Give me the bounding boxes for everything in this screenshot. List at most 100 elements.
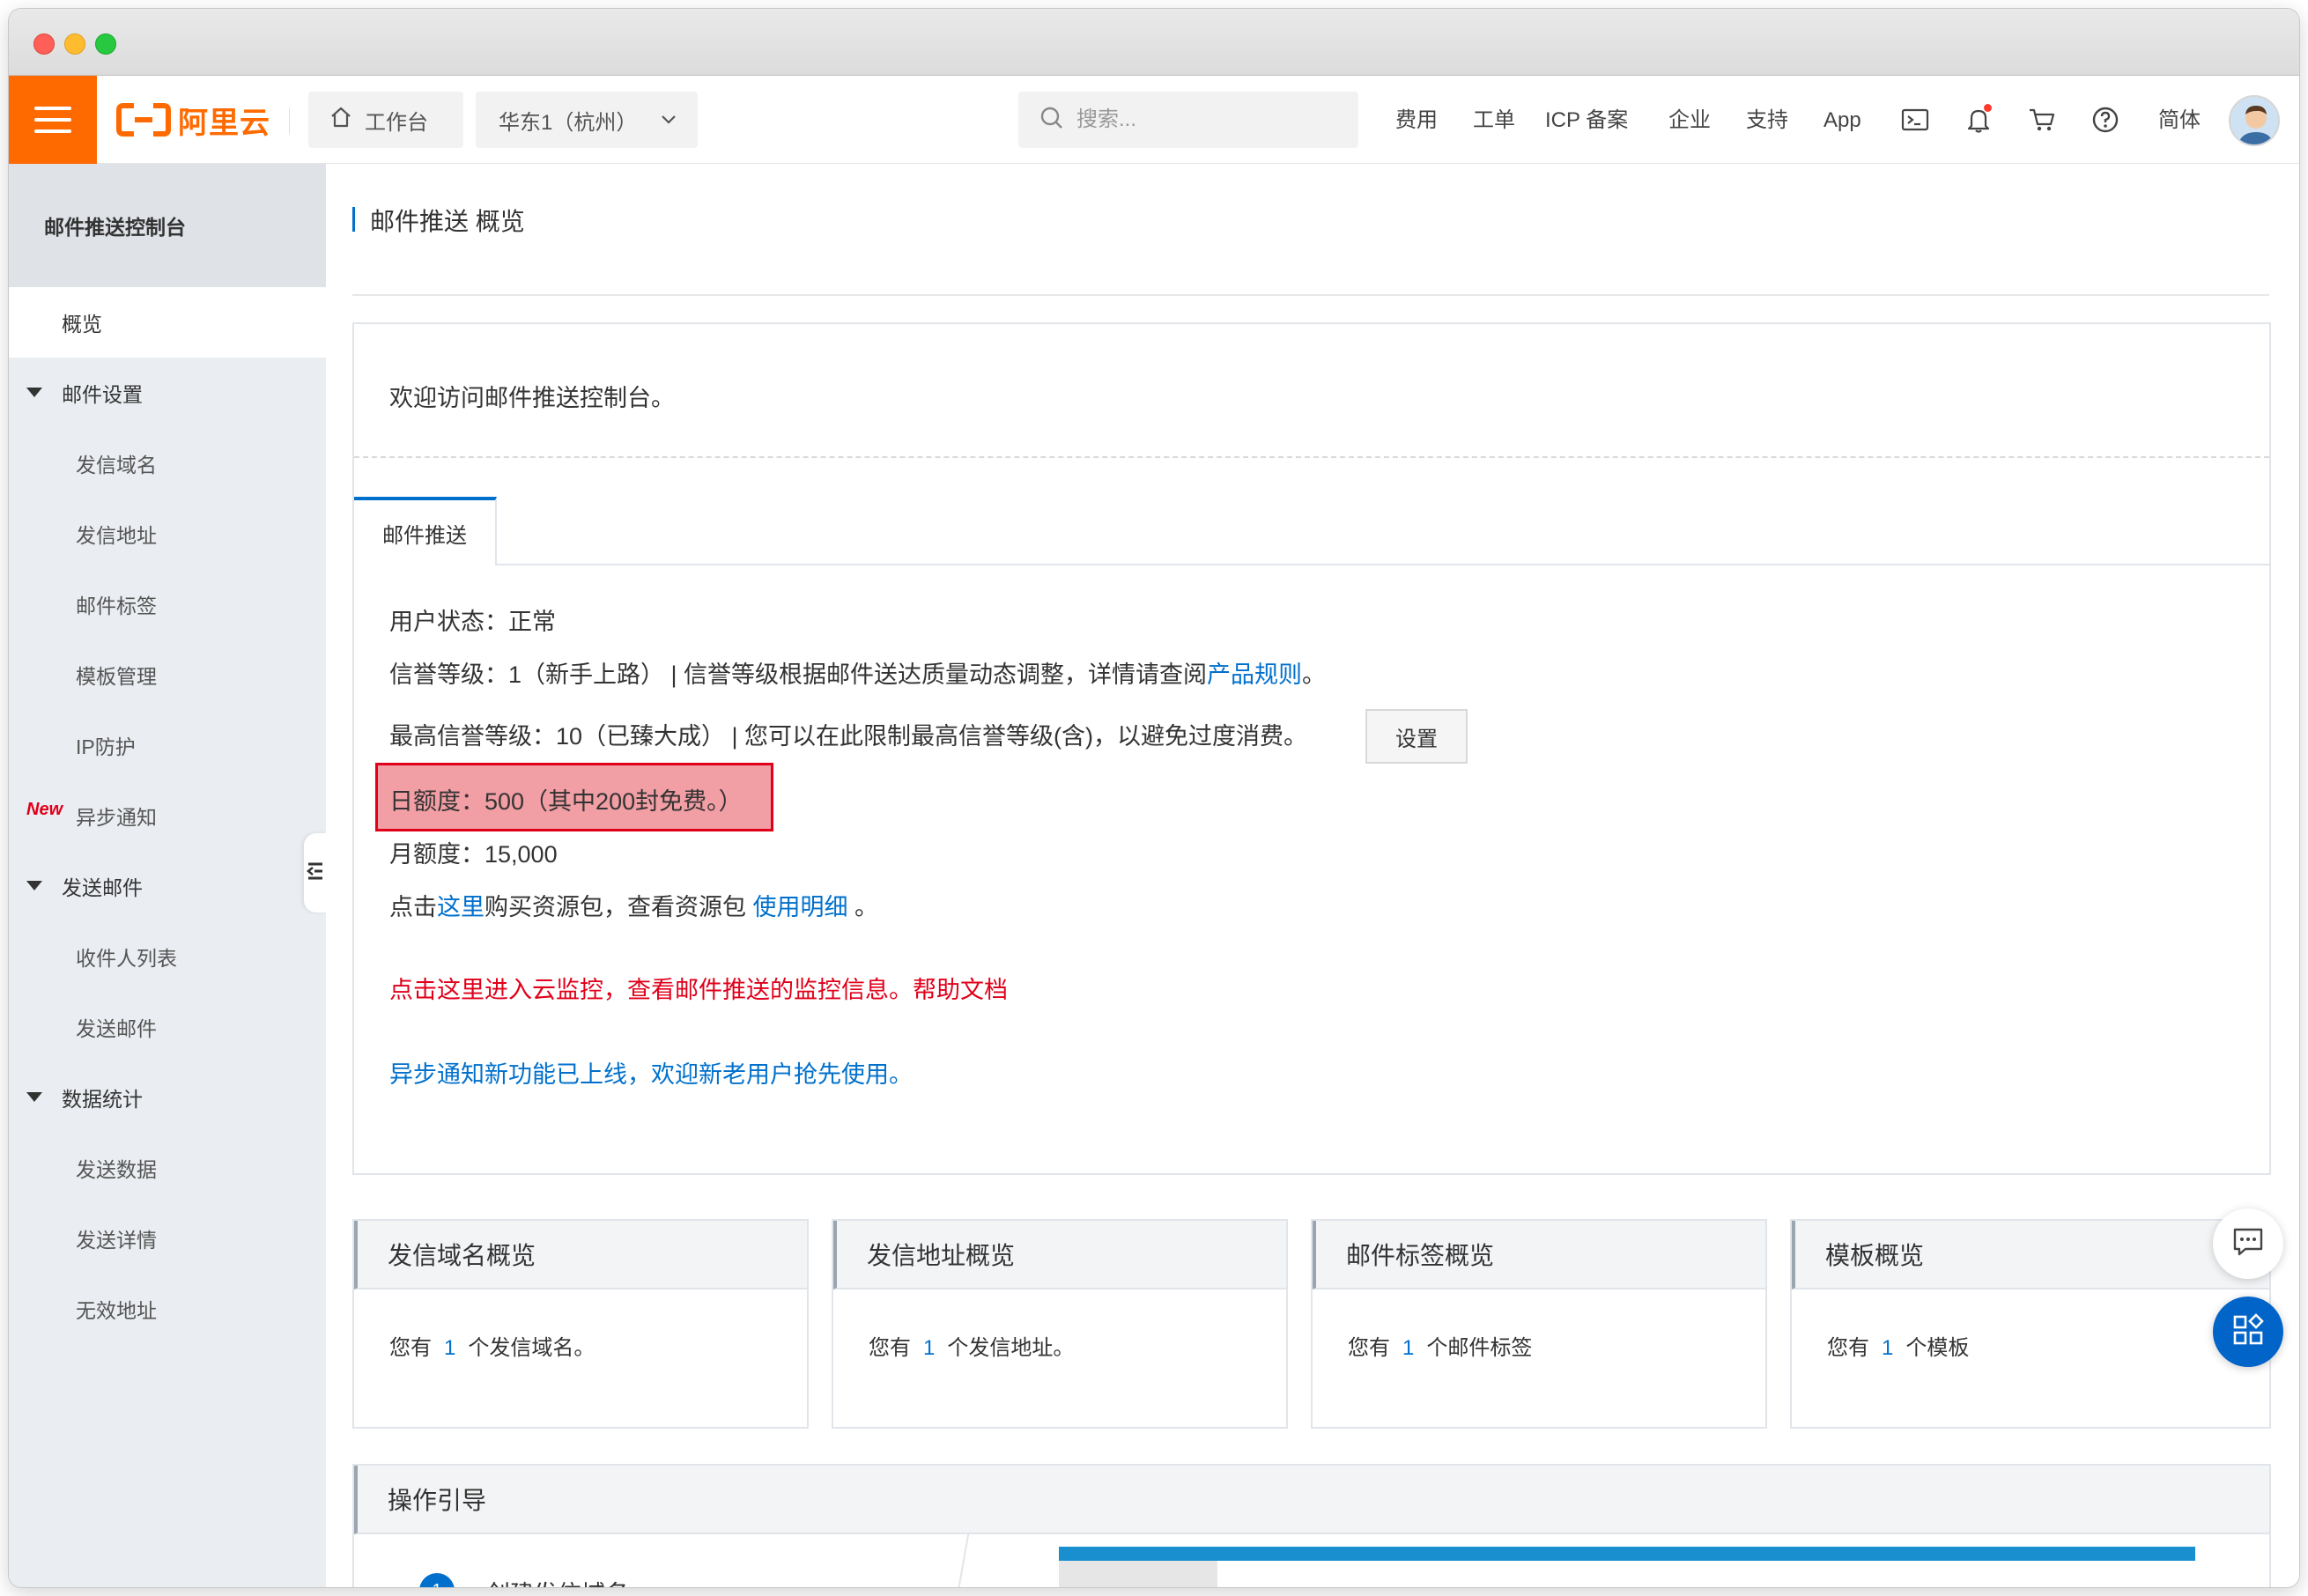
search-box[interactable] — [1018, 92, 1358, 148]
aliyun-logo[interactable]: 阿里云 — [116, 100, 270, 140]
sidebar-group-label: 邮件设置 — [62, 383, 143, 406]
card-count-link[interactable]: 1 — [1882, 1336, 1893, 1360]
sidebar-item-invalid-addresses[interactable]: 无效地址 — [9, 1274, 326, 1344]
tab-mail-push[interactable]: 邮件推送 — [354, 497, 497, 565]
card-sender-address: 发信地址概览 您有 1 个发信地址。 — [832, 1219, 1288, 1429]
sidebar-item-recipient-list[interactable]: 收件人列表 — [9, 921, 326, 992]
apps-grid-icon — [2231, 1312, 2265, 1351]
card-sender-domain: 发信域名概览 您有 1 个发信域名。 — [352, 1219, 809, 1429]
sidebar-item-mail-tags[interactable]: 邮件标签 — [9, 569, 326, 639]
logo-text: 阿里云 — [178, 106, 270, 140]
card-title: 模板概览 — [1792, 1221, 2269, 1289]
card-prefix: 您有 — [1348, 1336, 1390, 1360]
usage-details-link[interactable]: 使用明细 — [753, 894, 848, 920]
hamburger-menu-button[interactable] — [9, 76, 97, 164]
card-body: 您有 1 个发信域名。 — [389, 1330, 595, 1361]
sidebar-item-label: 异步通知 — [76, 806, 157, 829]
guide-screenshot-sidebar — [1059, 1561, 1217, 1587]
card-count-link[interactable]: 1 — [1402, 1336, 1414, 1360]
sidebar-group-mail-settings[interactable]: 邮件设置 — [9, 358, 326, 428]
card-title: 邮件标签概览 — [1313, 1221, 1765, 1289]
card-mail-tags: 邮件标签概览 您有 1 个邮件标签 — [1311, 1219, 1767, 1429]
user-avatar[interactable] — [2229, 95, 2280, 146]
region-selector[interactable]: 华东1（杭州） — [476, 92, 698, 148]
sidebar-item-sender-address[interactable]: 发信地址 — [9, 499, 326, 569]
home-icon — [329, 106, 352, 135]
operation-guide: 操作引导 1 创建发信域名 — [352, 1464, 2271, 1587]
close-window-button[interactable] — [33, 33, 55, 55]
workbench-label: 工作台 — [365, 110, 428, 135]
sidebar-item-overview[interactable]: 概览 — [9, 287, 326, 358]
async-notify-announcement[interactable]: 异步通知新功能已上线，欢迎新老用户抢先使用。 — [389, 1055, 913, 1090]
credit-level-text: 信誉等级：1（新手上路） | 信誉等级根据邮件送达质量动态调整，详情请查阅 — [389, 661, 1208, 688]
main-content: 邮件推送 概览 欢迎访问邮件推送控制台。 邮件推送 用户状态：正常 信誉等级：1… — [326, 164, 2299, 1587]
sidebar-item-templates[interactable]: 模板管理 — [9, 639, 326, 710]
nav-link-ticket[interactable]: 工单 — [1473, 107, 1515, 134]
terminal-icon[interactable] — [1899, 104, 1931, 136]
aliyun-logo-icon — [116, 102, 171, 137]
guide-title: 操作引导 — [354, 1466, 2269, 1534]
chat-icon — [2231, 1226, 2265, 1262]
language-switch[interactable]: 简体 — [2158, 107, 2201, 134]
cart-icon[interactable] — [2026, 104, 2058, 136]
chat-feedback-button[interactable] — [2213, 1208, 2283, 1279]
cloud-monitor-link[interactable]: 点击这里进入云监控，查看邮件推送的监控信息。帮助文档 — [389, 971, 1008, 1005]
sidebar-collapse-button[interactable] — [304, 833, 327, 913]
card-suffix: 个发信域名。 — [468, 1336, 595, 1360]
guide-divider — [956, 1534, 970, 1587]
notification-dot — [1984, 104, 1992, 112]
card-body: 您有 1 个发信地址。 — [869, 1330, 1074, 1361]
sidebar-group-send-mail[interactable]: 发送邮件 — [9, 851, 326, 921]
sidebar-item-send-mail[interactable]: 发送邮件 — [9, 992, 326, 1062]
sidebar-group-statistics[interactable]: 数据统计 — [9, 1062, 326, 1133]
search-input[interactable] — [1076, 107, 1341, 132]
sidebar-item-ip-protection[interactable]: IP防护 — [9, 710, 326, 780]
minimize-window-button[interactable] — [64, 33, 85, 55]
caret-down-icon — [26, 881, 42, 890]
buy-here-link[interactable]: 这里 — [437, 894, 485, 920]
maximize-window-button[interactable] — [95, 33, 116, 55]
sidebar-item-async-notify[interactable]: New 异步通知 — [9, 780, 326, 851]
title-accent-bar — [352, 207, 355, 232]
guide-screenshot — [1059, 1547, 2195, 1561]
card-body: 您有 1 个邮件标签 — [1348, 1330, 1532, 1361]
nav-link-billing[interactable]: 费用 — [1395, 107, 1438, 134]
step-text: 创建发信域名 — [486, 1575, 629, 1587]
nav-link-icp[interactable]: ICP 备案 — [1545, 107, 1628, 134]
card-count-link[interactable]: 1 — [923, 1336, 935, 1360]
buy-suffix: 。 — [847, 894, 879, 920]
credit-level-suffix: 。 — [1302, 661, 1327, 688]
sidebar-item-sender-domain[interactable]: 发信域名 — [9, 428, 326, 499]
card-count-link[interactable]: 1 — [444, 1336, 455, 1360]
card-prefix: 您有 — [869, 1336, 911, 1360]
nav-link-app[interactable]: App — [1823, 107, 1861, 134]
caret-down-icon — [26, 388, 42, 397]
workbench-button[interactable]: 工作台 — [308, 92, 463, 148]
page-header: 邮件推送 概览 — [352, 164, 2269, 296]
chevron-down-icon — [660, 107, 677, 132]
buy-middle: 购买资源包，查看资源包 — [485, 894, 753, 920]
window-titlebar — [9, 9, 2299, 76]
sidebar-group-label: 数据统计 — [62, 1088, 143, 1111]
dashed-divider — [354, 456, 2269, 458]
set-button[interactable]: 设置 — [1365, 709, 1468, 764]
browser-window: 阿里云 工作台 华东1（杭州） 费用 工单 ICP 备案 企业 支持 App — [9, 9, 2299, 1587]
nav-link-enterprise[interactable]: 企业 — [1668, 107, 1711, 134]
collapse-icon — [306, 861, 324, 885]
product-rules-link[interactable]: 产品规则 — [1207, 661, 1302, 688]
nav-link-support[interactable]: 支持 — [1746, 107, 1788, 134]
region-label: 华东1（杭州） — [499, 110, 638, 135]
sidebar: 邮件推送控制台 概览 邮件设置 发信域名 发信地址 邮件标签 模板管理 IP防护… — [9, 164, 327, 1587]
card-suffix: 个模板 — [1905, 1336, 1970, 1360]
card-title: 发信域名概览 — [354, 1221, 807, 1289]
notification-bell-icon[interactable] — [1963, 104, 1994, 136]
sidebar-item-send-data[interactable]: 发送数据 — [9, 1133, 326, 1203]
sidebar-item-send-details[interactable]: 发送详情 — [9, 1203, 326, 1274]
credit-level: 信誉等级：1（新手上路） | 信誉等级根据邮件送达质量动态调整，详情请查阅产品规… — [389, 655, 1326, 690]
card-prefix: 您有 — [1827, 1336, 1869, 1360]
user-status: 用户状态：正常 — [389, 609, 556, 635]
sidebar-title: 邮件推送控制台 — [9, 164, 326, 287]
card-suffix: 个发信地址。 — [947, 1336, 1075, 1360]
help-icon[interactable] — [2090, 104, 2121, 136]
apps-button[interactable] — [2213, 1297, 2283, 1367]
